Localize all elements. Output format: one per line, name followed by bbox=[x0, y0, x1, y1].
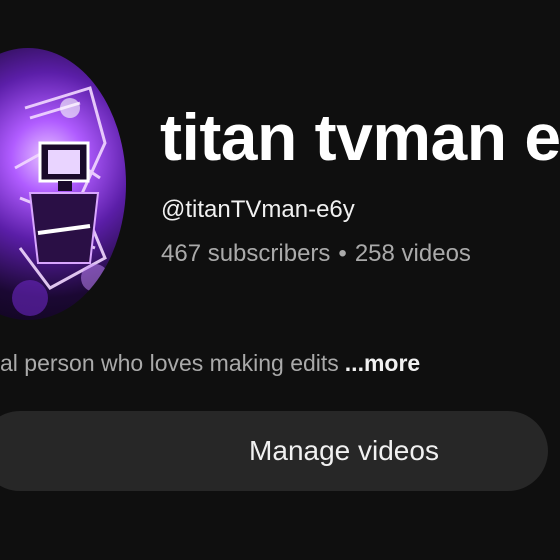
manage-videos-button[interactable]: Manage videos bbox=[0, 411, 548, 491]
more-link[interactable]: ...more bbox=[345, 350, 420, 376]
channel-title: titan tvman e bbox=[160, 100, 560, 174]
subscriber-count: 467 subscribers bbox=[161, 240, 331, 267]
channel-handle: @titanTVman-e6y bbox=[161, 196, 355, 223]
channel-header: titan tvman e @titanTVman-e6y 467 subscr… bbox=[0, 0, 560, 560]
description-text: al person who loves making edits bbox=[0, 350, 339, 376]
channel-avatar[interactable] bbox=[0, 48, 126, 320]
stats-separator: • bbox=[338, 240, 347, 267]
video-count: 258 videos bbox=[354, 240, 471, 267]
channel-stats: 467 subscribers • 258 videos bbox=[161, 240, 471, 268]
channel-description[interactable]: al person who loves making edits ...more bbox=[0, 350, 420, 377]
avatar-artwork bbox=[12, 86, 109, 316]
manage-videos-label: Manage videos bbox=[249, 435, 439, 466]
